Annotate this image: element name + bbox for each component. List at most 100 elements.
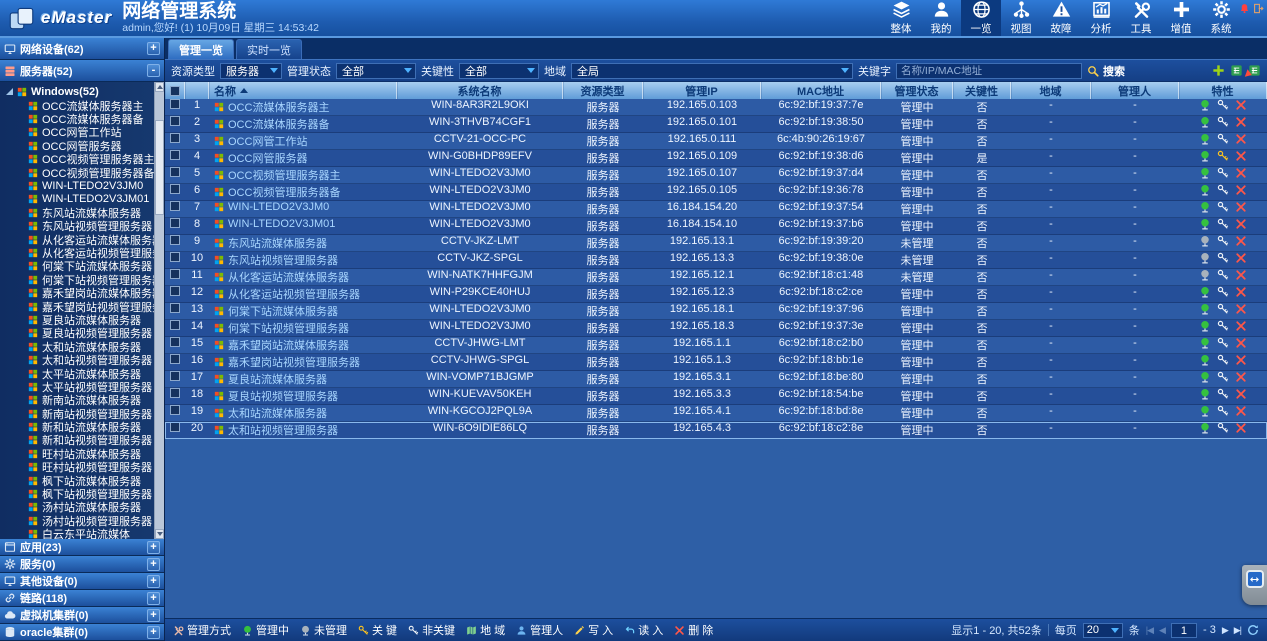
delete-icon[interactable] (1235, 320, 1247, 332)
delete-icon[interactable] (1235, 133, 1247, 145)
key-icon[interactable] (1217, 371, 1229, 383)
server-name-link[interactable]: WIN-LTEDO2V3JM0 (228, 201, 329, 213)
table-row[interactable]: 16 嘉禾望岗站视频管理服务器 CCTV-JHWG-SPGL 服务器 192.1… (165, 354, 1267, 371)
delete-icon[interactable] (1235, 184, 1247, 196)
managed-status-icon[interactable] (1199, 201, 1211, 213)
key-icon[interactable] (1217, 303, 1229, 315)
nav-item-分析[interactable]: 分析 (1081, 0, 1121, 36)
legend-非关键[interactable]: 非关键 (408, 622, 455, 638)
region-select[interactable]: 全局 (571, 63, 853, 79)
row-checkbox[interactable] (170, 184, 180, 194)
key-icon[interactable] (1217, 116, 1229, 128)
key-icon[interactable] (1217, 269, 1229, 281)
delete-icon[interactable] (1235, 354, 1247, 366)
legend-读入[interactable]: 读 入 (624, 622, 663, 638)
key-icon[interactable] (1217, 218, 1229, 230)
refresh-icon[interactable] (1247, 624, 1259, 636)
expand-button[interactable]: + (147, 626, 160, 639)
col-mac[interactable]: MAC地址 (761, 82, 881, 99)
server-name-link[interactable]: 嘉禾望岗站视频管理服务器 (228, 354, 360, 370)
sidebar-section-链路(118)[interactable]: 链路(118) + (0, 590, 164, 607)
key-icon[interactable] (1217, 286, 1229, 298)
nav-item-故障[interactable]: 故障 (1041, 0, 1081, 36)
critical-select[interactable]: 全部 (459, 63, 539, 79)
nav-item-一览[interactable]: 一览 (961, 0, 1001, 36)
server-name-link[interactable]: 太和站视频管理服务器 (228, 422, 338, 438)
tab-management-overview[interactable]: 管理一览 (168, 39, 234, 59)
row-checkbox[interactable] (170, 167, 180, 177)
managed-status-icon[interactable] (1199, 184, 1211, 196)
col-name[interactable]: 名称 (209, 82, 397, 99)
expand-button[interactable]: + (147, 592, 160, 605)
server-name-link[interactable]: OCC视频管理服务器主 (228, 167, 340, 183)
scrollbar-thumb[interactable] (155, 120, 164, 215)
expander-icon[interactable] (6, 88, 13, 95)
sidebar-section-应用(23)[interactable]: 应用(23) + (0, 539, 164, 556)
logout-icon[interactable] (1253, 3, 1264, 14)
col-manage-ip[interactable]: 管理IP (643, 82, 761, 99)
row-checkbox[interactable] (170, 201, 180, 211)
managed-status-icon[interactable] (1199, 286, 1211, 298)
managed-status-icon[interactable] (1199, 354, 1211, 366)
table-row[interactable]: 11 从化客运站流媒体服务器 WIN-NATK7HHFGJM 服务器 192.1… (165, 269, 1267, 286)
key-icon[interactable] (1217, 252, 1229, 264)
key-icon[interactable] (1217, 184, 1229, 196)
key-icon[interactable] (1217, 201, 1229, 213)
remote-control-overlay[interactable] (1242, 565, 1267, 605)
managed-status-icon[interactable] (1199, 269, 1211, 281)
delete-icon[interactable] (1235, 337, 1247, 349)
row-checkbox[interactable] (170, 320, 180, 330)
sidebar-section-虚拟机集群(0)[interactable]: 虚拟机集群(0) + (0, 607, 164, 624)
key-icon[interactable] (1217, 99, 1229, 111)
sidebar-section-服务(0)[interactable]: 服务(0) + (0, 556, 164, 573)
sidebar-section-network-devices[interactable]: 网络设备(62) + (0, 38, 164, 60)
key-icon[interactable] (1217, 405, 1229, 417)
expand-button[interactable]: + (147, 609, 160, 622)
row-checkbox[interactable] (170, 388, 180, 398)
expand-button[interactable]: + (147, 558, 160, 571)
sidebar-section-其他设备(0)[interactable]: 其他设备(0) + (0, 573, 164, 590)
last-page-button[interactable]: ▶| (1234, 625, 1241, 636)
row-checkbox[interactable] (170, 252, 180, 262)
table-row[interactable]: 10 东风站视频管理服务器 CCTV-JKZ-SPGL 服务器 192.165.… (165, 252, 1267, 269)
legend-管理中[interactable]: 管理中 (242, 622, 289, 638)
managed-status-icon[interactable] (1199, 337, 1211, 349)
table-row[interactable]: 19 太和站流媒体服务器 WIN-KGCOJ2PQL9A 服务器 192.165… (165, 405, 1267, 422)
row-checkbox[interactable] (170, 99, 180, 109)
nav-item-增值[interactable]: 增值 (1161, 0, 1201, 36)
add-icon[interactable] (1212, 64, 1225, 77)
server-name-link[interactable]: 从化客运站流媒体服务器 (228, 269, 349, 285)
legend-未管理[interactable]: 未管理 (300, 622, 347, 638)
col-region[interactable]: 地域 (1011, 82, 1091, 99)
server-name-link[interactable]: 夏良站视频管理服务器 (228, 388, 338, 404)
col-system-name[interactable]: 系统名称 (397, 82, 563, 99)
row-checkbox[interactable] (170, 133, 180, 143)
server-name-link[interactable]: 东风站视频管理服务器 (228, 252, 338, 268)
col-manage-status[interactable]: 管理状态 (881, 82, 953, 99)
legend-地域[interactable]: 地 域 (466, 622, 505, 638)
key-icon[interactable] (1217, 150, 1229, 162)
collapse-button[interactable]: - (147, 64, 160, 77)
delete-icon[interactable] (1235, 218, 1247, 230)
table-row[interactable]: 9 东风站流媒体服务器 CCTV-JKZ-LMT 服务器 192.165.13.… (165, 235, 1267, 252)
key-icon[interactable] (1217, 388, 1229, 400)
delete-icon[interactable] (1235, 405, 1247, 417)
delete-icon[interactable] (1235, 235, 1247, 247)
row-checkbox[interactable] (170, 303, 180, 313)
managed-status-icon[interactable] (1199, 150, 1211, 162)
manage-status-select[interactable]: 全部 (336, 63, 416, 79)
table-row[interactable]: 2 OCC流媒体服务器备 WIN-3THVB74CGF1 服务器 192.165… (165, 116, 1267, 133)
table-row[interactable]: 1 OCC流媒体服务器主 WIN-8AR3R2L9OKI 服务器 192.165… (165, 99, 1267, 116)
delete-icon[interactable] (1235, 269, 1247, 281)
table-row[interactable]: 13 何棠下站流媒体服务器 WIN-LTEDO2V3JM0 服务器 192.16… (165, 303, 1267, 320)
delete-icon[interactable] (1235, 99, 1247, 111)
server-name-link[interactable]: 从化客运站视频管理服务器 (228, 286, 360, 302)
managed-status-icon[interactable] (1199, 218, 1211, 230)
table-row[interactable]: 12 从化客运站视频管理服务器 WIN-P29KCE40HUJ 服务器 192.… (165, 286, 1267, 303)
managed-status-icon[interactable] (1199, 252, 1211, 264)
row-checkbox[interactable] (170, 354, 180, 364)
table-row[interactable]: 17 夏良站流媒体服务器 WIN-VOMP71BJGMP 服务器 192.165… (165, 371, 1267, 388)
nav-item-我的[interactable]: 我的 (921, 0, 961, 36)
key-icon[interactable] (1217, 133, 1229, 145)
scroll-up-button[interactable] (155, 82, 164, 92)
